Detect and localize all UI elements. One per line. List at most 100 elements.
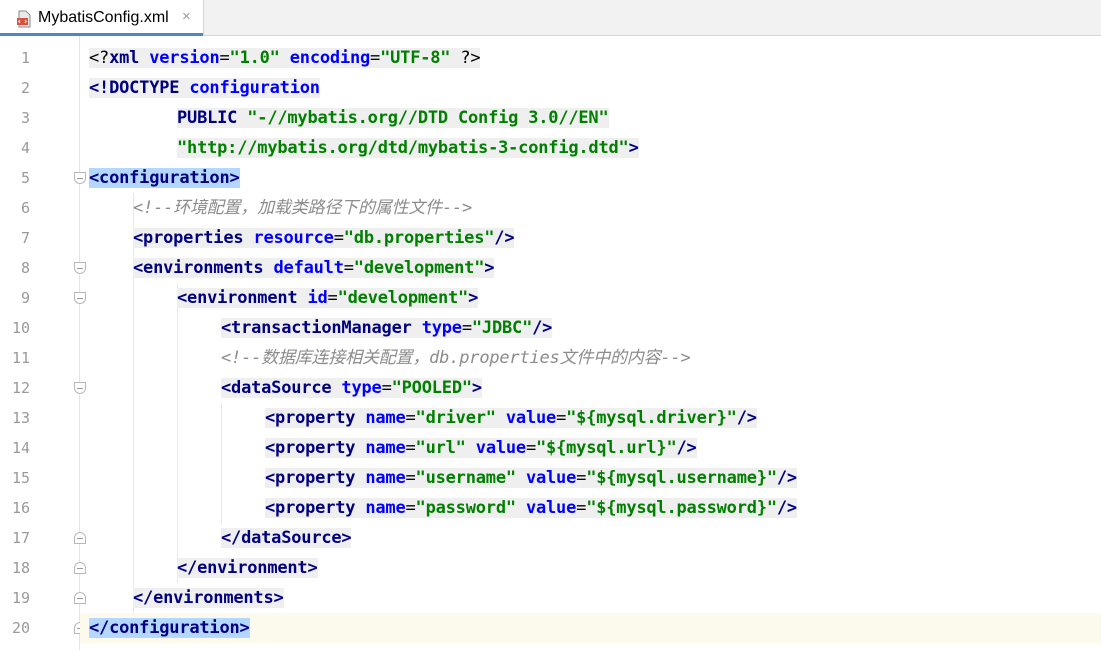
code-token: = bbox=[219, 48, 230, 68]
code-token: "JDBC" bbox=[471, 318, 533, 338]
code-token: default bbox=[273, 258, 344, 278]
code-token: = bbox=[405, 408, 416, 428]
code-token: "POOLED" bbox=[391, 378, 472, 398]
code-token: = bbox=[405, 438, 416, 458]
code-token: <property bbox=[265, 498, 366, 518]
close-tab-icon[interactable]: × bbox=[182, 8, 191, 25]
code-token: <property bbox=[265, 438, 366, 458]
code-token: "${mysql.username}" bbox=[586, 468, 777, 488]
code-editor[interactable]: <?xml version="1.0" encoding="UTF-8" ?> <… bbox=[80, 36, 1101, 650]
code-segment: </environment> bbox=[177, 558, 318, 578]
code-token: <transactionManager bbox=[221, 318, 422, 338]
code-segment: <property name="password" value="${mysql… bbox=[265, 498, 797, 518]
code-token: = bbox=[405, 498, 416, 518]
code-segment: <?xml version="1.0" encoding="UTF-8" ?> bbox=[89, 48, 481, 68]
code-segment: PUBLIC "-//mybatis.org//DTD Config 3.0//… bbox=[177, 108, 609, 128]
code-token: /> bbox=[736, 408, 757, 428]
code-token: = bbox=[525, 438, 537, 458]
code-token: = bbox=[576, 498, 587, 518]
line-number: 15 bbox=[11, 469, 30, 487]
code-line: <property name="url" value="${mysql.url}… bbox=[265, 433, 697, 463]
code-token: /> bbox=[494, 228, 515, 248]
line-number: 3 bbox=[20, 109, 30, 127]
code-token: = bbox=[576, 468, 587, 488]
code-segment: <property name="url" value="${mysql.url}… bbox=[265, 438, 697, 458]
code-token: ?> bbox=[460, 48, 481, 68]
code-line: <!DOCTYPE configuration bbox=[89, 73, 320, 103]
code-token: value bbox=[525, 498, 577, 518]
code-segment: <environments default="development"> bbox=[133, 258, 495, 278]
matched-tag-highlight: <configuration> bbox=[89, 168, 240, 188]
code-line: </environments> bbox=[133, 583, 284, 613]
line-number: 9 bbox=[20, 289, 30, 307]
code-segment: <!--数据库连接相关配置，db.properties文件中的内容--> bbox=[221, 348, 691, 368]
line-number: 8 bbox=[20, 259, 30, 277]
code-token: <property bbox=[265, 468, 366, 488]
code-token: "password" bbox=[415, 498, 517, 518]
line-number: 6 bbox=[20, 199, 30, 217]
code-token: = bbox=[556, 408, 567, 428]
code-token: version bbox=[149, 48, 220, 68]
code-token: "${mysql.url}" bbox=[536, 438, 677, 458]
code-token: value bbox=[525, 468, 577, 488]
code-line: <property name="username" value="${mysql… bbox=[265, 463, 797, 493]
line-number: 13 bbox=[11, 409, 30, 427]
code-line: <environment id="development"> bbox=[177, 283, 478, 313]
code-token: xml bbox=[109, 48, 140, 68]
code-token: type bbox=[341, 378, 382, 398]
line-number: 7 bbox=[20, 229, 30, 247]
code-segment: <!DOCTYPE configuration bbox=[89, 78, 320, 98]
code-token: <dataSource bbox=[221, 378, 342, 398]
code-line: <configuration> bbox=[89, 163, 240, 193]
line-number: 18 bbox=[11, 559, 30, 577]
code-token: > bbox=[468, 288, 479, 308]
code-token: = bbox=[381, 378, 392, 398]
code-token: = bbox=[461, 318, 472, 338]
code-token: = bbox=[370, 48, 381, 68]
code-token: "${mysql.driver}" bbox=[566, 408, 737, 428]
code-token: value bbox=[475, 438, 526, 458]
code-token: <!DOCTYPE bbox=[89, 78, 190, 98]
code-token: "db.properties" bbox=[343, 228, 495, 248]
code-token: "http://mybatis.org/dtd/mybatis-3-config… bbox=[177, 138, 629, 158]
code-line: </configuration> bbox=[89, 613, 250, 643]
code-line: "http://mybatis.org/dtd/mybatis-3-config… bbox=[177, 133, 639, 163]
code-line: <dataSource type="POOLED"> bbox=[221, 373, 482, 403]
code-token: <environments bbox=[133, 258, 274, 278]
tab-mybatisconfig-xml[interactable]: MybatisConfig.xml × bbox=[0, 0, 204, 36]
code-token: /> bbox=[532, 318, 553, 338]
code-token: name bbox=[365, 438, 406, 458]
line-number-gutter[interactable]: 1 2 3 4 5 6 7 8 9 10 11 12 13 14 15 16 17 18 19 20 bbox=[0, 36, 86, 650]
code-token: name bbox=[365, 408, 406, 428]
code-token: > bbox=[471, 378, 482, 398]
code-line: <transactionManager type="JDBC"/> bbox=[221, 313, 552, 343]
code-token: = bbox=[343, 258, 354, 278]
indent-guide bbox=[221, 403, 222, 523]
code-line: <!--数据库连接相关配置，db.properties文件中的内容--> bbox=[221, 343, 691, 373]
code-token: name bbox=[365, 498, 406, 518]
code-token: = bbox=[327, 288, 338, 308]
code-token: <configuration> bbox=[89, 168, 240, 188]
code-token: "username" bbox=[415, 468, 517, 488]
xml-file-icon bbox=[17, 10, 31, 28]
code-token: "UTF-8" bbox=[380, 48, 451, 68]
code-token: <properties bbox=[133, 228, 254, 248]
line-number: 11 bbox=[11, 349, 30, 367]
code-token: = bbox=[405, 468, 416, 488]
code-token: </environment> bbox=[177, 558, 318, 578]
code-segment: "http://mybatis.org/dtd/mybatis-3-config… bbox=[177, 138, 639, 158]
code-token: </dataSource> bbox=[221, 528, 352, 548]
line-number: 17 bbox=[11, 529, 30, 547]
code-line: <property name="driver" value="${mysql.d… bbox=[265, 403, 757, 433]
code-token: <!--环境配置，加载类路径下的属性文件--> bbox=[133, 198, 473, 218]
code-token: </configuration> bbox=[89, 618, 250, 638]
code-segment: </environments> bbox=[133, 588, 284, 608]
line-number: 20 bbox=[11, 619, 30, 637]
code-token: PUBLIC bbox=[177, 108, 248, 128]
code-token: <? bbox=[89, 48, 110, 68]
